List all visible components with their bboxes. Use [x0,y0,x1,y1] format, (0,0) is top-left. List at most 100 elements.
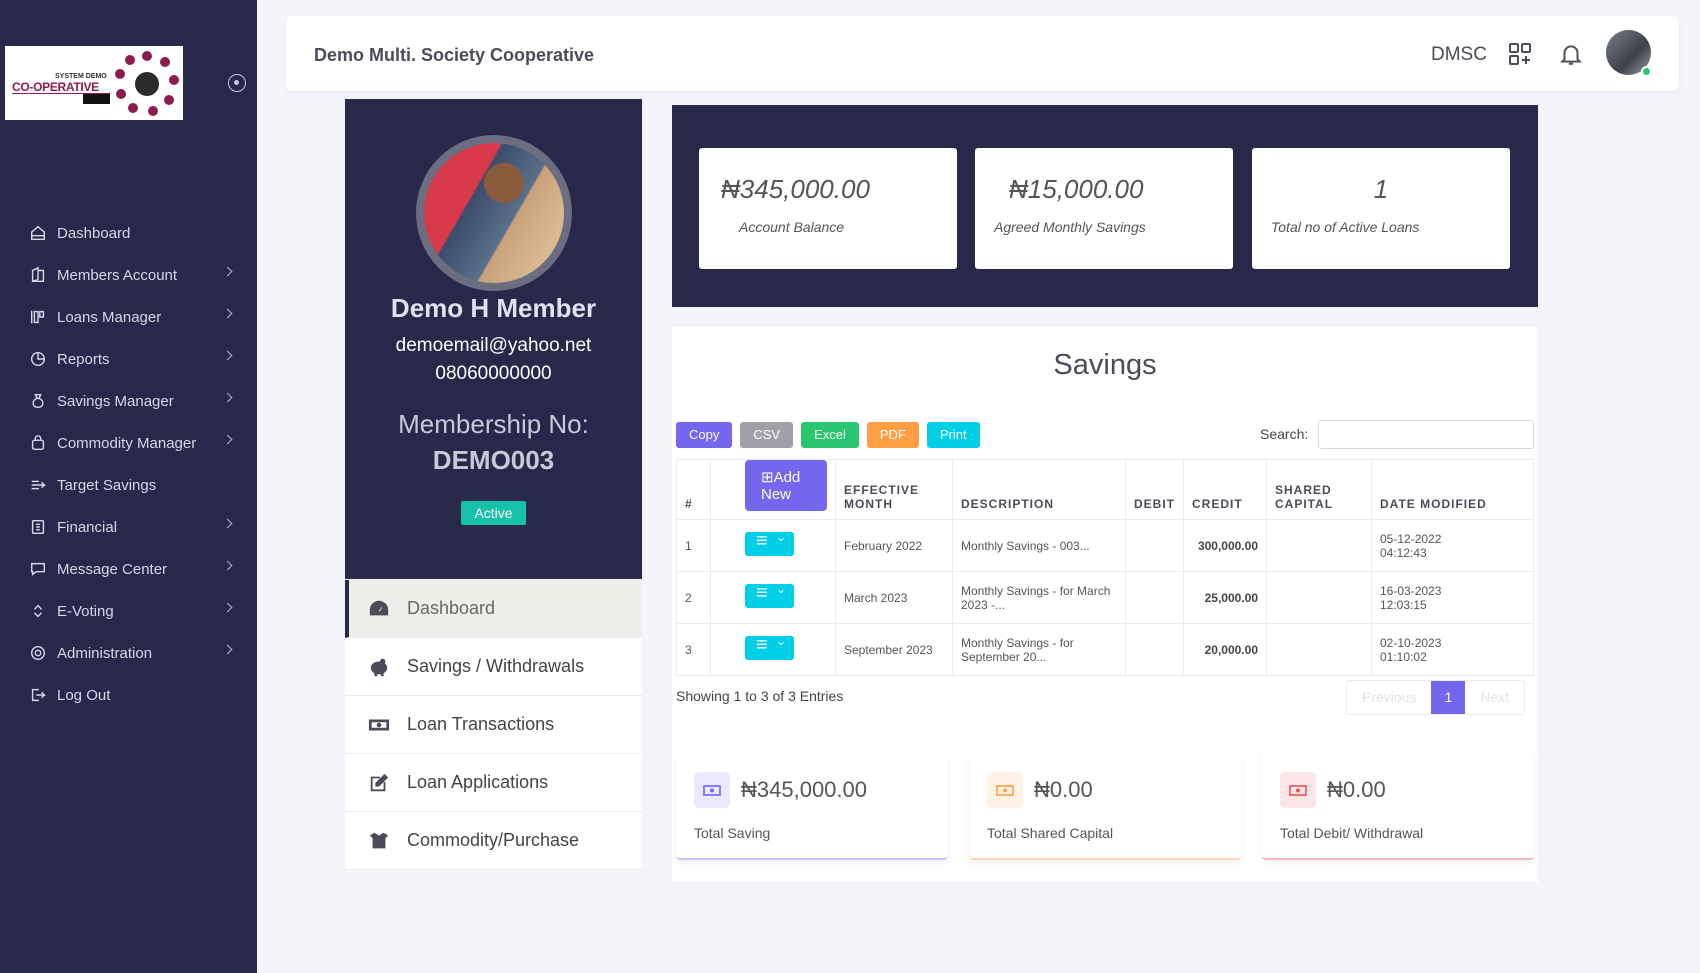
profile-menu-savings-withdrawals[interactable]: Savings / Withdrawals [345,638,642,696]
member-photo [416,135,572,291]
add-new-button[interactable]: ⊞Add New [745,460,827,511]
row-actions-cell [710,623,836,676]
logout-icon [28,685,48,705]
row-actions-cell [710,571,836,624]
edit-icon [367,772,391,794]
column-header-credit: CREDIT [1183,459,1267,520]
search-label: Search: [1260,426,1309,442]
sidebar-item-label: Dashboard [57,224,131,242]
organization-code[interactable]: DMSC [1431,44,1487,66]
sidebar-toggle-button[interactable] [228,74,246,92]
bell-icon[interactable] [1558,41,1584,67]
sidebar-item-financial[interactable]: Financial [0,506,257,548]
profile-menu-label: Dashboard [407,598,496,618]
sidebar-item-label: Financial [57,518,118,536]
logo-bar [83,94,110,104]
organization-name: Demo Multi. Society Cooperative [314,45,595,65]
search-input[interactable] [1318,420,1534,449]
csv-button[interactable]: CSV [740,422,794,448]
membership-number: DEMO003 [432,445,555,475]
row-description: Monthly Savings - 003... [952,519,1126,572]
stat-label: Total no of Active Loans [1271,219,1420,235]
pdf-button[interactable]: PDF [866,422,919,448]
copy-button[interactable]: Copy [676,422,733,448]
plus-square-icon: ⊞ [761,469,774,486]
summary-card-total-saving: ₦345,000.00 Total Saving [676,752,948,860]
sidebar-item-commodity-manager[interactable]: Commodity Manager [0,422,257,464]
column-header-effective-month: EFFECTIVE MONTH [835,459,953,520]
sidebar-item-reports[interactable]: Reports [0,338,257,380]
sidebar-item-label: Administration [57,644,153,662]
summary-label: Total Debit/ Withdrawal [1280,825,1424,841]
row-number: 3 [676,623,711,676]
money-bag-icon [28,391,48,411]
profile-menu-label: Savings / Withdrawals [407,656,585,676]
sidebar-item-members-account[interactable]: Members Account [0,254,257,296]
piggy-bank-icon [367,656,391,678]
sidebar-item-label: Reports [57,350,110,368]
logo-text: CO-OPERATIVE [12,80,99,94]
column-header-debit: DEBIT [1125,459,1184,520]
top-navbar: Demo Multi. Society Cooperative DMSC [286,16,1679,91]
summary-card-total-debit: ₦0.00 Total Debit/ Withdrawal [1262,752,1534,860]
savings-card: Savings Copy CSV Excel PDF Print Search:… [672,327,1538,882]
sidebar-item-loans-manager[interactable]: Loans Manager [0,296,257,338]
sidebar-item-savings-manager[interactable]: Savings Manager [0,380,257,422]
sidebar-item-log-out[interactable]: Log Out [0,674,257,716]
sidebar-item-administration[interactable]: Administration [0,632,257,674]
member-phone: 08060000000 [435,363,552,384]
pagination-page-current[interactable]: 1 [1431,681,1466,714]
row-date-modified: 16-03-2023 12:03:15 [1371,571,1534,624]
cash-icon [1280,772,1316,808]
sidebar-item-dashboard[interactable]: Dashboard [0,212,257,254]
row-month: March 2023 [835,571,953,624]
cash-icon [694,772,730,808]
table-row: 3 September 2023 Monthly Savings - for S… [676,623,1534,676]
sidebar-item-label: E-Voting [57,602,114,620]
pagination-next[interactable]: Next [1465,681,1524,714]
sidebar-item-e-voting[interactable]: E-Voting [0,590,257,632]
pagination: Previous 1 Next [1346,680,1526,715]
row-menu-button[interactable] [745,582,794,608]
book-icon [28,265,48,285]
globe-people-icon [115,51,179,116]
row-time: 12:03:15 [1380,597,1427,612]
row-debit [1125,571,1184,624]
export-buttons: Copy CSV Excel PDF Print [676,422,980,448]
row-shared-capital [1266,623,1372,676]
row-description: Monthly Savings - for March 2023 -... [952,571,1126,624]
profile-menu-loan-applications[interactable]: Loan Applications [345,754,642,812]
row-shared-capital [1266,571,1372,624]
row-menu-button[interactable] [745,634,794,660]
stat-value: ₦15,000.00 [1009,174,1144,204]
profile-menu-loan-transactions[interactable]: Loan Transactions [345,696,642,754]
cooperative-logo[interactable]: SYSTEM DEMO CO-OPERATIVE [5,46,183,120]
row-date: 16-03-2023 [1380,583,1442,598]
profile-menu-label: Commodity/Purchase [407,830,580,850]
shopping-bag-icon [28,433,48,453]
status-badge: Active [461,501,526,525]
sidebar-item-label: Log Out [57,686,111,704]
row-debit [1125,519,1184,572]
profile-menu-commodity-purchase[interactable]: Commodity/Purchase [345,812,642,870]
pagination-previous[interactable]: Previous [1347,681,1431,714]
member-name: Demo H Member [390,293,597,323]
row-description: Monthly Savings - for September 20... [952,623,1126,676]
arrow-lines-icon [28,475,48,495]
stat-value: ₦345,000.00 [721,174,870,204]
row-month: September 2023 [835,623,953,676]
chevron-right-icon [222,602,233,613]
row-month: February 2022 [835,519,953,572]
profile-menu-label: Loan Transactions [407,714,555,734]
excel-button[interactable]: Excel [801,422,859,448]
profile-menu-dashboard[interactable]: Dashboard [345,580,642,638]
summary-card-shared-capital: ₦0.00 Total Shared Capital [969,752,1241,860]
row-time: 04:12:43 [1380,545,1427,560]
chevron-right-icon [222,560,233,571]
print-button[interactable]: Print [926,422,980,448]
apps-grid-icon[interactable] [1508,42,1532,66]
stat-label: Agreed Monthly Savings [994,219,1146,235]
row-menu-button[interactable] [745,530,794,556]
sidebar-item-target-savings[interactable]: Target Savings [0,464,257,506]
sidebar-item-message-center[interactable]: Message Center [0,548,257,590]
